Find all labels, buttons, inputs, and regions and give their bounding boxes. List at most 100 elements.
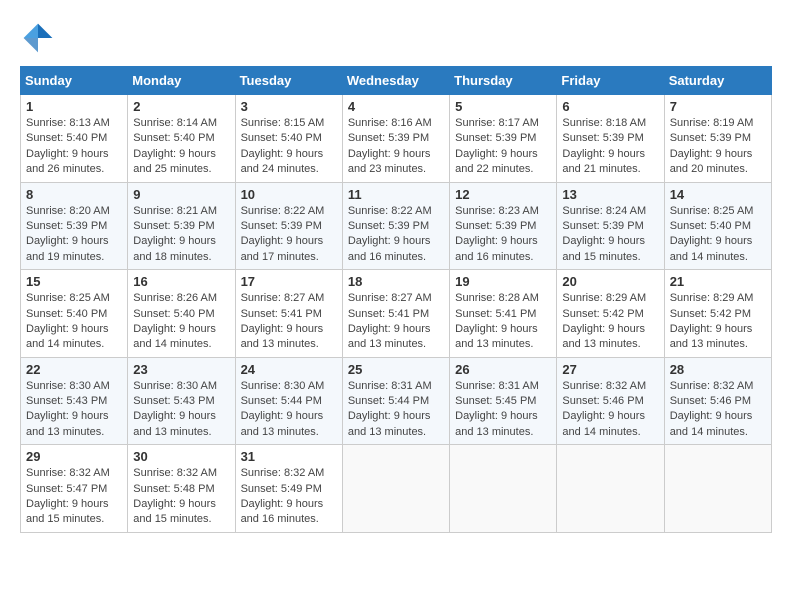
calendar-cell: 17 Sunrise: 8:27 AM Sunset: 5:41 PM Dayl… [235, 270, 342, 358]
calendar-cell: 6 Sunrise: 8:18 AM Sunset: 5:39 PM Dayli… [557, 95, 664, 183]
day-info: Sunrise: 8:31 AM Sunset: 5:45 PM Dayligh… [455, 379, 551, 441]
calendar-cell: 9 Sunrise: 8:21 AM Sunset: 5:39 PM Dayli… [128, 182, 235, 270]
calendar-cell: 14 Sunrise: 8:25 AM Sunset: 5:40 PM Dayl… [664, 182, 771, 270]
day-header-wednesday: Wednesday [342, 67, 449, 95]
day-number: 7 [670, 99, 766, 114]
day-info: Sunrise: 8:32 AM Sunset: 5:47 PM Dayligh… [26, 466, 122, 528]
calendar-cell: 23 Sunrise: 8:30 AM Sunset: 5:43 PM Dayl… [128, 357, 235, 445]
day-number: 4 [348, 99, 444, 114]
calendar-cell [450, 445, 557, 533]
day-number: 9 [133, 187, 229, 202]
day-info: Sunrise: 8:27 AM Sunset: 5:41 PM Dayligh… [348, 291, 444, 353]
day-number: 28 [670, 362, 766, 377]
day-number: 27 [562, 362, 658, 377]
day-header-tuesday: Tuesday [235, 67, 342, 95]
day-number: 19 [455, 274, 551, 289]
day-info: Sunrise: 8:14 AM Sunset: 5:40 PM Dayligh… [133, 116, 229, 178]
calendar-cell: 25 Sunrise: 8:31 AM Sunset: 5:44 PM Dayl… [342, 357, 449, 445]
calendar-cell: 31 Sunrise: 8:32 AM Sunset: 5:49 PM Dayl… [235, 445, 342, 533]
day-number: 21 [670, 274, 766, 289]
day-info: Sunrise: 8:18 AM Sunset: 5:39 PM Dayligh… [562, 116, 658, 178]
day-header-friday: Friday [557, 67, 664, 95]
day-number: 22 [26, 362, 122, 377]
day-number: 18 [348, 274, 444, 289]
day-number: 12 [455, 187, 551, 202]
day-number: 6 [562, 99, 658, 114]
day-info: Sunrise: 8:32 AM Sunset: 5:46 PM Dayligh… [562, 379, 658, 441]
calendar-cell [557, 445, 664, 533]
day-number: 23 [133, 362, 229, 377]
calendar-cell: 16 Sunrise: 8:26 AM Sunset: 5:40 PM Dayl… [128, 270, 235, 358]
calendar-cell: 12 Sunrise: 8:23 AM Sunset: 5:39 PM Dayl… [450, 182, 557, 270]
day-info: Sunrise: 8:23 AM Sunset: 5:39 PM Dayligh… [455, 204, 551, 266]
day-number: 13 [562, 187, 658, 202]
calendar-cell: 28 Sunrise: 8:32 AM Sunset: 5:46 PM Dayl… [664, 357, 771, 445]
calendar-cell: 8 Sunrise: 8:20 AM Sunset: 5:39 PM Dayli… [21, 182, 128, 270]
day-number: 15 [26, 274, 122, 289]
calendar-cell: 13 Sunrise: 8:24 AM Sunset: 5:39 PM Dayl… [557, 182, 664, 270]
calendar-cell: 10 Sunrise: 8:22 AM Sunset: 5:39 PM Dayl… [235, 182, 342, 270]
day-number: 29 [26, 449, 122, 464]
calendar-cell: 20 Sunrise: 8:29 AM Sunset: 5:42 PM Dayl… [557, 270, 664, 358]
calendar-cell: 19 Sunrise: 8:28 AM Sunset: 5:41 PM Dayl… [450, 270, 557, 358]
day-number: 11 [348, 187, 444, 202]
day-info: Sunrise: 8:29 AM Sunset: 5:42 PM Dayligh… [562, 291, 658, 353]
day-number: 24 [241, 362, 337, 377]
day-info: Sunrise: 8:29 AM Sunset: 5:42 PM Dayligh… [670, 291, 766, 353]
day-info: Sunrise: 8:26 AM Sunset: 5:40 PM Dayligh… [133, 291, 229, 353]
day-info: Sunrise: 8:13 AM Sunset: 5:40 PM Dayligh… [26, 116, 122, 178]
logo-icon [20, 20, 56, 56]
day-number: 30 [133, 449, 229, 464]
day-info: Sunrise: 8:24 AM Sunset: 5:39 PM Dayligh… [562, 204, 658, 266]
calendar-week-row: 15 Sunrise: 8:25 AM Sunset: 5:40 PM Dayl… [21, 270, 772, 358]
day-info: Sunrise: 8:21 AM Sunset: 5:39 PM Dayligh… [133, 204, 229, 266]
day-info: Sunrise: 8:25 AM Sunset: 5:40 PM Dayligh… [26, 291, 122, 353]
day-info: Sunrise: 8:15 AM Sunset: 5:40 PM Dayligh… [241, 116, 337, 178]
calendar-cell: 7 Sunrise: 8:19 AM Sunset: 5:39 PM Dayli… [664, 95, 771, 183]
day-header-sunday: Sunday [21, 67, 128, 95]
calendar-cell [342, 445, 449, 533]
day-number: 3 [241, 99, 337, 114]
calendar-table: SundayMondayTuesdayWednesdayThursdayFrid… [20, 66, 772, 533]
day-number: 20 [562, 274, 658, 289]
calendar-cell: 3 Sunrise: 8:15 AM Sunset: 5:40 PM Dayli… [235, 95, 342, 183]
day-info: Sunrise: 8:32 AM Sunset: 5:46 PM Dayligh… [670, 379, 766, 441]
calendar-cell: 18 Sunrise: 8:27 AM Sunset: 5:41 PM Dayl… [342, 270, 449, 358]
calendar-cell: 4 Sunrise: 8:16 AM Sunset: 5:39 PM Dayli… [342, 95, 449, 183]
day-info: Sunrise: 8:31 AM Sunset: 5:44 PM Dayligh… [348, 379, 444, 441]
day-info: Sunrise: 8:20 AM Sunset: 5:39 PM Dayligh… [26, 204, 122, 266]
calendar-cell: 22 Sunrise: 8:30 AM Sunset: 5:43 PM Dayl… [21, 357, 128, 445]
calendar-cell: 30 Sunrise: 8:32 AM Sunset: 5:48 PM Dayl… [128, 445, 235, 533]
day-header-monday: Monday [128, 67, 235, 95]
calendar-cell: 1 Sunrise: 8:13 AM Sunset: 5:40 PM Dayli… [21, 95, 128, 183]
calendar-cell: 21 Sunrise: 8:29 AM Sunset: 5:42 PM Dayl… [664, 270, 771, 358]
day-number: 25 [348, 362, 444, 377]
day-info: Sunrise: 8:28 AM Sunset: 5:41 PM Dayligh… [455, 291, 551, 353]
day-info: Sunrise: 8:27 AM Sunset: 5:41 PM Dayligh… [241, 291, 337, 353]
day-info: Sunrise: 8:30 AM Sunset: 5:43 PM Dayligh… [26, 379, 122, 441]
calendar-week-row: 8 Sunrise: 8:20 AM Sunset: 5:39 PM Dayli… [21, 182, 772, 270]
day-info: Sunrise: 8:30 AM Sunset: 5:44 PM Dayligh… [241, 379, 337, 441]
day-number: 17 [241, 274, 337, 289]
day-info: Sunrise: 8:32 AM Sunset: 5:49 PM Dayligh… [241, 466, 337, 528]
calendar-cell: 27 Sunrise: 8:32 AM Sunset: 5:46 PM Dayl… [557, 357, 664, 445]
calendar-cell: 5 Sunrise: 8:17 AM Sunset: 5:39 PM Dayli… [450, 95, 557, 183]
day-info: Sunrise: 8:22 AM Sunset: 5:39 PM Dayligh… [241, 204, 337, 266]
day-number: 5 [455, 99, 551, 114]
calendar-cell: 26 Sunrise: 8:31 AM Sunset: 5:45 PM Dayl… [450, 357, 557, 445]
page-header [20, 20, 772, 56]
day-info: Sunrise: 8:19 AM Sunset: 5:39 PM Dayligh… [670, 116, 766, 178]
day-info: Sunrise: 8:17 AM Sunset: 5:39 PM Dayligh… [455, 116, 551, 178]
calendar-cell: 2 Sunrise: 8:14 AM Sunset: 5:40 PM Dayli… [128, 95, 235, 183]
day-number: 16 [133, 274, 229, 289]
calendar-header-row: SundayMondayTuesdayWednesdayThursdayFrid… [21, 67, 772, 95]
day-number: 8 [26, 187, 122, 202]
day-info: Sunrise: 8:30 AM Sunset: 5:43 PM Dayligh… [133, 379, 229, 441]
calendar-week-row: 29 Sunrise: 8:32 AM Sunset: 5:47 PM Dayl… [21, 445, 772, 533]
calendar-cell: 11 Sunrise: 8:22 AM Sunset: 5:39 PM Dayl… [342, 182, 449, 270]
day-header-saturday: Saturday [664, 67, 771, 95]
day-number: 31 [241, 449, 337, 464]
calendar-cell: 29 Sunrise: 8:32 AM Sunset: 5:47 PM Dayl… [21, 445, 128, 533]
calendar-cell: 15 Sunrise: 8:25 AM Sunset: 5:40 PM Dayl… [21, 270, 128, 358]
day-header-thursday: Thursday [450, 67, 557, 95]
